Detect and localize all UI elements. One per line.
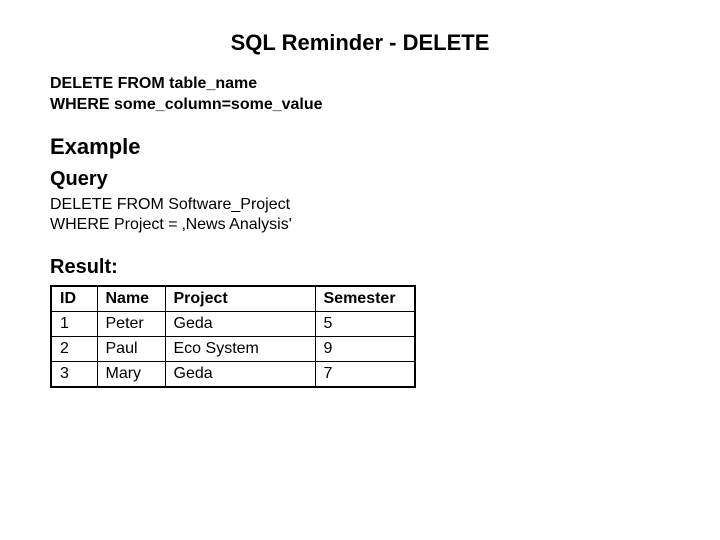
query-line-2: WHERE Project = ‚News Analysis' [50, 215, 670, 236]
cell-project: Eco System [165, 337, 315, 362]
syntax-line-2: WHERE some_column=some_value [50, 95, 670, 116]
cell-semester: 9 [315, 337, 415, 362]
example-heading: Example [50, 134, 670, 160]
table-header-semester: Semester [315, 286, 415, 312]
cell-project: Geda [165, 362, 315, 388]
syntax-line-1: DELETE FROM table_name [50, 74, 670, 95]
query-block: DELETE FROM Software_Project WHERE Proje… [50, 195, 670, 237]
cell-semester: 7 [315, 362, 415, 388]
result-table: ID Name Project Semester 1 Peter Geda 5 … [50, 285, 416, 388]
cell-id: 2 [51, 337, 97, 362]
query-heading: Query [50, 168, 670, 191]
result-heading: Result: [50, 256, 670, 279]
cell-name: Peter [97, 312, 165, 337]
table-row: 1 Peter Geda 5 [51, 312, 415, 337]
table-row: 2 Paul Eco System 9 [51, 337, 415, 362]
cell-name: Mary [97, 362, 165, 388]
table-header-name: Name [97, 286, 165, 312]
cell-name: Paul [97, 337, 165, 362]
table-header-id: ID [51, 286, 97, 312]
table-header-row: ID Name Project Semester [51, 286, 415, 312]
syntax-block: DELETE FROM table_name WHERE some_column… [50, 74, 670, 116]
table-header-project: Project [165, 286, 315, 312]
cell-id: 3 [51, 362, 97, 388]
cell-semester: 5 [315, 312, 415, 337]
cell-id: 1 [51, 312, 97, 337]
cell-project: Geda [165, 312, 315, 337]
table-row: 3 Mary Geda 7 [51, 362, 415, 388]
page-title: SQL Reminder - DELETE [150, 30, 570, 56]
query-line-1: DELETE FROM Software_Project [50, 195, 670, 216]
